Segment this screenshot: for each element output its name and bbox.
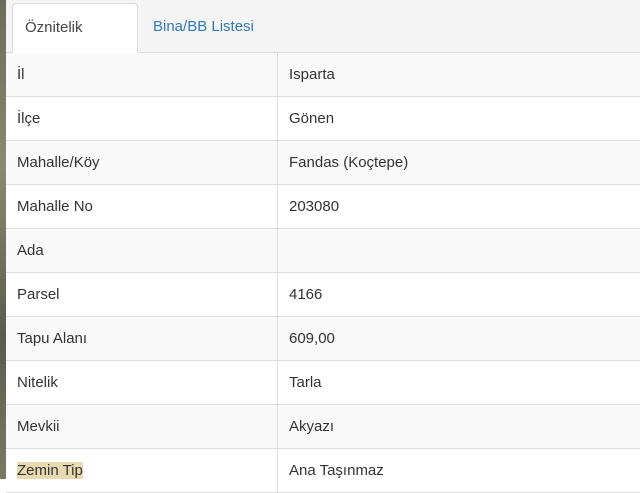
table-row: Zemin Tip Ana Taşınmaz (6, 449, 640, 493)
highlighted-label: Zemin Tip (17, 462, 83, 479)
table-row: Tapu Alanı 609,00 (6, 317, 640, 361)
table-row: İlçe Gönen (6, 97, 640, 141)
row-label: Mahalle/Köy (6, 141, 278, 184)
attribute-table: İl Isparta İlçe Gönen Mahalle/Köy Fandas… (6, 53, 640, 493)
tab-bina-bb-listesi[interactable]: Bina/BB Listesi (141, 3, 266, 53)
table-row: Nitelik Tarla (6, 361, 640, 405)
table-row: Mahalle/Köy Fandas (Koçtepe) (6, 141, 640, 185)
row-value: 609,00 (289, 330, 335, 347)
row-value: Tarla (289, 374, 322, 391)
row-label: İl (6, 53, 278, 96)
row-label: Mahalle No (6, 185, 278, 228)
row-value: Gönen (289, 110, 335, 127)
row-value (278, 229, 640, 272)
row-label: Nitelik (6, 361, 278, 404)
row-label: Tapu Alanı (6, 317, 278, 360)
tab-bar: Öznitelik Bilgisi Bina/BB Listesi (6, 0, 640, 84)
table-row: Mahalle No 203080 (6, 185, 640, 229)
row-label: İlçe (6, 97, 278, 140)
row-value: Ana Taşınmaz (289, 462, 384, 479)
row-label: Zemin Tip (6, 449, 278, 492)
row-value: Isparta (289, 66, 335, 83)
row-label: Ada (6, 229, 278, 272)
table-row: Ada (6, 229, 640, 273)
row-value: 4166 (289, 286, 323, 303)
row-label: Mevkii (6, 405, 278, 448)
row-value: Akyazı (289, 418, 335, 435)
row-label: Parsel (6, 273, 278, 316)
table-row: Mevkii Akyazı (6, 405, 640, 449)
table-row: İl Isparta (6, 53, 640, 97)
row-value: Fandas (Koçtepe) (289, 154, 409, 171)
row-value: 203080 (289, 198, 340, 215)
table-row: Parsel 4166 (6, 273, 640, 317)
tab-oznitelik-bilgisi[interactable]: Öznitelik Bilgisi (12, 3, 138, 84)
